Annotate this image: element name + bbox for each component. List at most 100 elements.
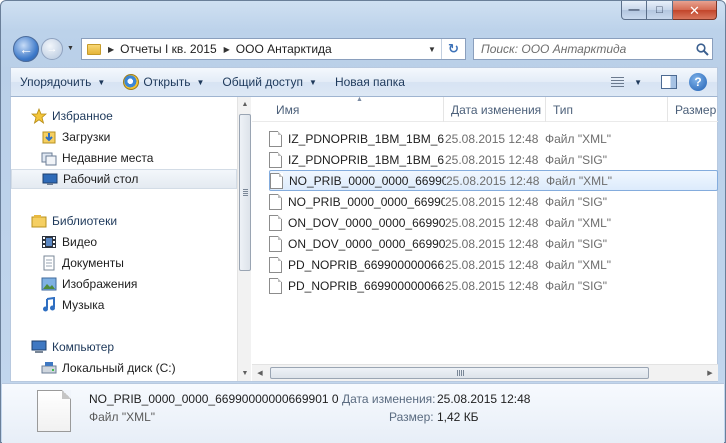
close-icon: ✕	[689, 2, 700, 18]
file-name-cell[interactable]: NO_PRIB_0000_0000_66990...	[270, 172, 446, 189]
recent-pages-dropdown[interactable]: ▼	[67, 45, 74, 52]
column-header-size[interactable]: Размер	[668, 97, 718, 122]
file-name-cell[interactable]: PD_NOPRIB_669900000066...	[269, 277, 445, 294]
scroll-right-arrow[interactable]: ▶	[702, 365, 718, 381]
scroll-thumb[interactable]	[239, 114, 251, 271]
downloads-icon	[41, 129, 57, 145]
new-folder-button[interactable]: Новая папка	[326, 68, 414, 96]
file-row[interactable]: PD_NOPRIB_669900000066... 25.08.2015 12:4…	[269, 275, 718, 296]
file-type: Файл "SIG"	[545, 152, 608, 167]
file-name-cell[interactable]: IZ_PDNOPRIB_1BM_1BM_6...	[269, 130, 445, 147]
file-row[interactable]: NO_PRIB_0000_0000_66990... 25.08.2015 12:…	[269, 170, 718, 191]
scroll-down-arrow[interactable]: ▼	[238, 366, 252, 381]
sidebar-item[interactable]: Локальный диск (C:)	[11, 358, 237, 378]
sort-ascending-icon: ▲	[356, 97, 363, 103]
sidebar-item[interactable]: Музыка	[11, 295, 237, 315]
sidebar-item[interactable]: Избранное	[11, 106, 237, 126]
video-icon	[41, 234, 57, 250]
file-date: 25.08.2015 12:48	[446, 173, 540, 188]
forward-arrow-icon: →	[46, 43, 58, 55]
scroll-thumb[interactable]	[270, 367, 649, 379]
close-button[interactable]: ✕	[673, 1, 717, 20]
sidebar-item[interactable]: Компьютер	[11, 337, 237, 357]
file-name: ON_DOV_0000_0000_66990...	[288, 236, 445, 251]
details-modified-value: 25.08.2015 12:48	[437, 392, 531, 406]
share-button[interactable]: Общий доступ ▼	[213, 68, 326, 96]
search-input[interactable]: Поиск: ООО Антарктида	[473, 38, 713, 60]
sidebar-item[interactable]: Видео	[11, 232, 237, 252]
scroll-left-arrow[interactable]: ◀	[252, 365, 268, 381]
column-header-name[interactable]: ▲ Имя	[252, 97, 444, 122]
sidebar-item[interactable]: Изображения	[11, 274, 237, 294]
address-bar[interactable]: ▶ Отчеты I кв. 2015 ▶ ООО Антарктида ▼ ↻	[81, 38, 466, 60]
chevron-down-icon: ▼	[634, 77, 642, 87]
chevron-down-icon: ▼	[309, 77, 317, 87]
breadcrumb-item[interactable]: ООО Антарктида	[236, 42, 332, 56]
column-header-date[interactable]: Дата изменения	[444, 97, 546, 122]
help-icon[interactable]: ?	[689, 73, 707, 91]
file-name-cell[interactable]: PD_NOPRIB_669900000066...	[269, 256, 445, 273]
file-date: 25.08.2015 12:48	[445, 194, 539, 209]
file-name-cell[interactable]: IZ_PDNOPRIB_1BM_1BM_6...	[269, 151, 445, 168]
file-name-cell[interactable]: ON_DOV_0000_0000_66990...	[269, 235, 445, 252]
file-row[interactable]: ON_DOV_0000_0000_66990... 25.08.2015 12:4…	[269, 212, 718, 233]
sidebar-item[interactable]: Загрузки	[11, 127, 237, 147]
horizontal-scrollbar[interactable]: ◀ ▶	[252, 364, 718, 381]
breadcrumb-separator[interactable]: ▶	[108, 45, 114, 54]
breadcrumb-separator[interactable]: ▶	[224, 45, 230, 54]
file-list: ▲ Имя Дата изменения Тип Размер ◀ ▶ IZ_P…	[252, 97, 718, 381]
file-row[interactable]: IZ_PDNOPRIB_1BM_1BM_6... 25.08.2015 12:48…	[269, 128, 718, 149]
minimize-button[interactable]: —	[621, 1, 647, 20]
file-date: 25.08.2015 12:48	[445, 236, 539, 251]
libraries-icon	[31, 213, 47, 229]
refresh-button[interactable]: ↻	[441, 39, 465, 59]
file-row[interactable]: PD_NOPRIB_669900000066... 25.08.2015 12:4…	[269, 254, 718, 275]
address-dropdown-button[interactable]: ▼	[423, 39, 441, 59]
pictures-icon	[41, 276, 57, 292]
maximize-button[interactable]: □	[647, 1, 673, 20]
sidebar-item-label: Недавние места	[62, 151, 154, 165]
star-icon	[31, 108, 47, 124]
share-label: Общий доступ	[222, 75, 304, 89]
file-name: IZ_PDNOPRIB_1BM_1BM_6...	[288, 152, 445, 167]
minimize-icon: —	[628, 3, 640, 16]
file-row[interactable]: ON_DOV_0000_0000_66990... 25.08.2015 12:4…	[269, 233, 718, 254]
back-arrow-icon: ←	[19, 41, 33, 57]
file-name-cell[interactable]: NO_PRIB_0000_0000_66990...	[269, 193, 445, 210]
preview-pane-icon[interactable]	[661, 75, 677, 89]
column-header-size-label: Размер	[675, 102, 717, 117]
open-button[interactable]: Открыть ▼	[114, 68, 213, 96]
file-date: 25.08.2015 12:48	[445, 215, 539, 230]
search-placeholder: Поиск: ООО Антарктида	[481, 42, 627, 56]
file-name: PD_NOPRIB_669900000066...	[288, 257, 445, 272]
file-icon	[269, 235, 282, 252]
scroll-up-arrow[interactable]: ▲	[238, 97, 252, 112]
sidebar-item-label: Видео	[62, 235, 98, 249]
change-view-button[interactable]: ▼	[602, 68, 651, 96]
back-button[interactable]: ←	[13, 36, 39, 62]
details-size-label: Размер:	[389, 410, 434, 424]
chevron-down-icon: ▼	[196, 77, 205, 87]
sidebar-item[interactable]: Рабочий стол	[11, 169, 237, 189]
organize-button[interactable]: Упорядочить ▼	[11, 68, 114, 96]
forward-button[interactable]: →	[41, 38, 63, 60]
file-name-cell[interactable]: ON_DOV_0000_0000_66990...	[269, 214, 445, 231]
file-type: Файл "SIG"	[545, 194, 608, 209]
sidebar-item-label: Избранное	[52, 109, 113, 123]
column-header-type[interactable]: Тип	[546, 97, 668, 122]
sidebar-item-label: Рабочий стол	[63, 172, 139, 186]
open-label: Открыть	[143, 75, 191, 89]
navigation-pane: Избранное Загрузки Недавние места Рабочий с…	[11, 97, 237, 381]
breadcrumb-item[interactable]: Отчеты I кв. 2015	[120, 42, 216, 56]
file-row[interactable]: NO_PRIB_0000_0000_66990... 25.08.2015 12:…	[269, 191, 718, 212]
file-row[interactable]: IZ_PDNOPRIB_1BM_1BM_6... 25.08.2015 12:48…	[269, 149, 718, 170]
sidebar-item[interactable]: Документы	[11, 253, 237, 273]
file-name: NO_PRIB_0000_0000_66990...	[289, 173, 446, 188]
maximize-icon: □	[656, 3, 663, 16]
sidebar-item-label: Музыка	[62, 298, 105, 312]
navigation-scrollbar[interactable]: ▲ ▼	[237, 97, 251, 381]
disk-icon	[41, 360, 57, 376]
search-icon[interactable]	[692, 42, 712, 56]
sidebar-item[interactable]: Недавние места	[11, 148, 237, 168]
sidebar-item[interactable]: Библиотеки	[11, 211, 237, 231]
